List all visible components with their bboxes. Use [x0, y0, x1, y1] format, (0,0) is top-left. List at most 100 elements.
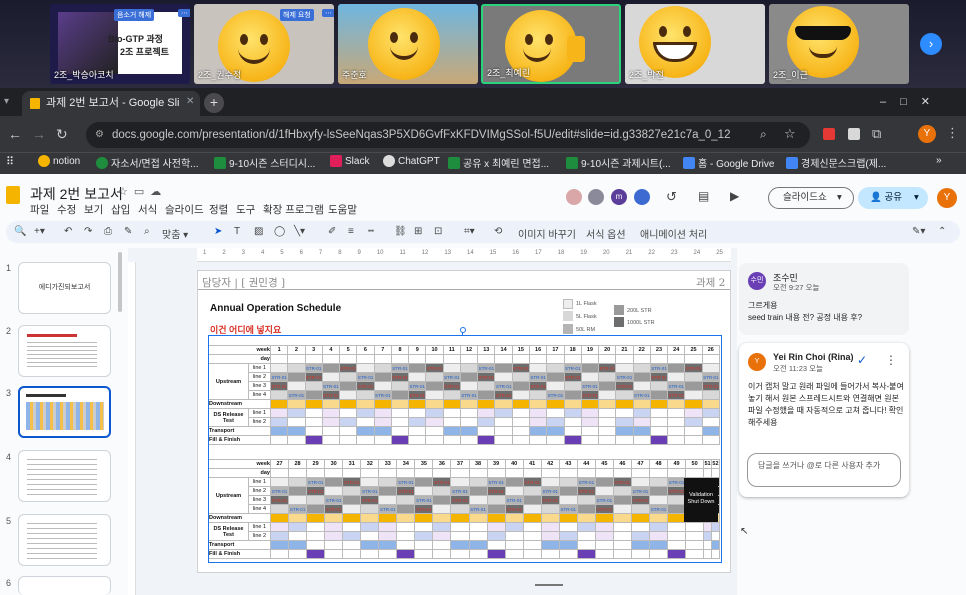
comments-icon[interactable]: ▤	[698, 189, 709, 203]
animate-button[interactable]: 애니메이션 처리	[640, 226, 707, 241]
paint-format-icon[interactable]: ✎	[124, 226, 132, 237]
zoom-select[interactable]: 맞춤 ▾	[162, 226, 188, 241]
border-weight-icon[interactable]: ≡	[348, 226, 354, 237]
edit-mode-icon[interactable]: ✎▾	[912, 226, 925, 237]
menu-slide[interactable]: 슬라이드	[165, 202, 204, 217]
more-icon[interactable]: ⋯	[178, 9, 190, 17]
bookmark-star-icon[interactable]: ☆	[784, 126, 796, 142]
window-controls[interactable]: –□✕	[880, 95, 944, 108]
menu-tools[interactable]: 도구	[236, 202, 255, 217]
new-tab-icon[interactable]: +	[204, 93, 224, 113]
back-icon[interactable]: ←	[8, 126, 22, 142]
reply-input[interactable]: 답글을 쓰거나 @로 다른 사용자 추가	[747, 453, 901, 487]
share-button[interactable]: 👤 공유 ▾	[858, 187, 928, 209]
download-icon[interactable]	[848, 128, 860, 140]
extension-icon[interactable]	[823, 128, 835, 140]
url-input[interactable]: ⚙ docs.google.com/presentation/d/1fHbxyf…	[86, 122, 810, 148]
close-tab-icon[interactable]: ✕	[186, 96, 194, 107]
collaborator-avatar[interactable]	[588, 189, 604, 205]
resolve-check-icon[interactable]: ✓	[857, 353, 867, 367]
slide-thumb[interactable]	[18, 325, 111, 377]
format-options-button[interactable]: 서식 옵션	[586, 226, 626, 241]
bookmark-news-scrap[interactable]: 경제신문스크랩(제...	[786, 155, 886, 170]
pen-icon[interactable]: ✐	[328, 226, 336, 237]
menu-view[interactable]: 보기	[84, 202, 103, 217]
tab-search-icon[interactable]: ▾	[4, 96, 9, 107]
add-comment-icon[interactable]: ⊞	[414, 226, 422, 237]
border-dash-icon[interactable]: ┅	[368, 226, 374, 237]
document-title[interactable]: 과제 2번 보고서	[30, 184, 123, 204]
comment-more-icon[interactable]: ⋮	[885, 353, 897, 367]
extensions-puzzle-icon[interactable]: ⧉	[872, 126, 881, 142]
bookmark-study-sheet[interactable]: 9-10시즌 스터디시...	[214, 155, 315, 170]
horizontal-ruler[interactable]: 1 2 3 4 5 6 7 8 9 10 11 12 13 14 15 16 17 18 19 20 21 22 23 24 2…	[197, 248, 731, 262]
menu-insert[interactable]: 삽입	[111, 202, 130, 217]
menu-file[interactable]: 파일	[30, 202, 49, 217]
more-bookmarks-icon[interactable]: »	[936, 155, 942, 166]
more-icon[interactable]: ⋯	[322, 9, 334, 17]
bookmark-chatgpt[interactable]: ChatGPT	[383, 155, 440, 167]
slideshow-button[interactable]: 슬라이드쇼 ▾	[768, 187, 854, 209]
history-icon[interactable]: ↺	[666, 189, 677, 205]
slide-thumb-selected[interactable]	[18, 386, 111, 438]
image-icon[interactable]: ▨	[254, 226, 263, 237]
browser-menu-icon[interactable]: ⋮	[946, 125, 959, 141]
menu-extensions[interactable]: 확장 프로그램	[263, 202, 324, 217]
undo-icon[interactable]: ↶	[64, 226, 72, 237]
participant-tile[interactable]: 주준호	[338, 4, 478, 84]
bookmark-jasoseo[interactable]: 자소서/면접 사전학...	[96, 155, 199, 170]
text-box-icon[interactable]: T	[234, 226, 240, 237]
reload-icon[interactable]: ↻	[56, 126, 68, 143]
participant-tile[interactable]: 2조_이근	[769, 4, 909, 84]
link-icon[interactable]: ⛓	[394, 226, 407, 237]
select-tool-icon[interactable]: ➤	[214, 226, 222, 237]
menu-edit[interactable]: 수정	[57, 202, 76, 217]
apps-grid-icon[interactable]: ⠿	[6, 155, 14, 168]
participant-tile[interactable]: 해제 요청 ⋯ 2조_권수정	[194, 4, 334, 84]
comment-thread[interactable]: 수민 조수민 오전 9:27 오늘 그르게용 seed train 내용 전? …	[739, 263, 909, 335]
slides-logo-icon[interactable]	[6, 186, 20, 204]
redo-icon[interactable]: ↷	[84, 226, 92, 237]
notes-resize-handle[interactable]	[535, 584, 563, 586]
menu-help[interactable]: 도움말	[328, 202, 357, 217]
bookmark-slack[interactable]: Slack	[330, 155, 369, 167]
participant-tile-active[interactable]: 2조_최예린	[481, 4, 621, 84]
slide-thumb[interactable]	[18, 514, 111, 566]
zoom-icon[interactable]: ⌕	[760, 127, 767, 142]
slide[interactable]: 담당자 | [ 권민경 ] 과제 2 Annual Operation Sche…	[197, 270, 731, 573]
shape-icon[interactable]: ◯	[274, 226, 285, 237]
comment-thread-active[interactable]: Y Yei Rin Choi (Rina) 오전 11:23 오늘 ✓ ⋮ 이거…	[739, 343, 909, 497]
bookmark-google-drive[interactable]: 홈 - Google Drive	[683, 155, 774, 170]
bookmark-assignment-sheet[interactable]: 9-10시즌 과제시트(...	[566, 155, 671, 170]
collapse-toolbar-icon[interactable]: ⌃	[938, 226, 946, 237]
line-icon[interactable]: ╲▾	[294, 226, 305, 237]
collaborator-avatar[interactable]	[566, 189, 582, 205]
vertical-ruler[interactable]	[128, 262, 136, 595]
next-page-icon[interactable]: ›	[920, 33, 942, 55]
browser-tab[interactable]: 과제 2번 보고서 - Google Sli	[22, 91, 200, 116]
bookmark-interview[interactable]: 공유 x 최예린 면접...	[448, 155, 549, 170]
replace-image-button[interactable]: 이미지 바꾸기	[518, 226, 576, 241]
zoom-icon[interactable]: ⌕	[144, 226, 150, 237]
reset-image-icon[interactable]: ⟲	[494, 226, 502, 237]
participant-tile[interactable]: Bio-GTP 과정 2조 프로젝트 음소거 해제 ⋯ 2조_박승아코치	[50, 4, 190, 84]
bookmark-notion[interactable]: notion	[38, 155, 80, 167]
participant-tile[interactable]: 2조_박전	[625, 4, 765, 84]
account-avatar[interactable]: Y	[937, 188, 957, 208]
slide-thumb[interactable]	[18, 576, 111, 595]
crop-icon[interactable]: ⌗▾	[464, 226, 475, 237]
menu-arrange[interactable]: 정렬	[209, 202, 228, 217]
site-info-icon[interactable]: ⚙	[95, 122, 104, 148]
meet-icon[interactable]: ▶	[730, 189, 739, 203]
menu-format[interactable]: 서식	[138, 202, 157, 217]
forward-icon[interactable]: →	[32, 126, 46, 142]
print-icon[interactable]: ⎙	[104, 226, 112, 237]
collaborator-avatar[interactable]: m	[611, 189, 627, 205]
slide-thumb[interactable]	[18, 450, 111, 502]
collaborator-avatar[interactable]	[634, 189, 650, 205]
profile-avatar[interactable]: Y	[918, 125, 936, 143]
star-folder-cloud-icons[interactable]: ☆▭☁	[118, 185, 167, 198]
unmute-badge[interactable]: 음소거 해제	[114, 9, 155, 21]
rotate-handle[interactable]	[460, 327, 466, 333]
new-slide-icon[interactable]: +▾	[34, 226, 45, 237]
